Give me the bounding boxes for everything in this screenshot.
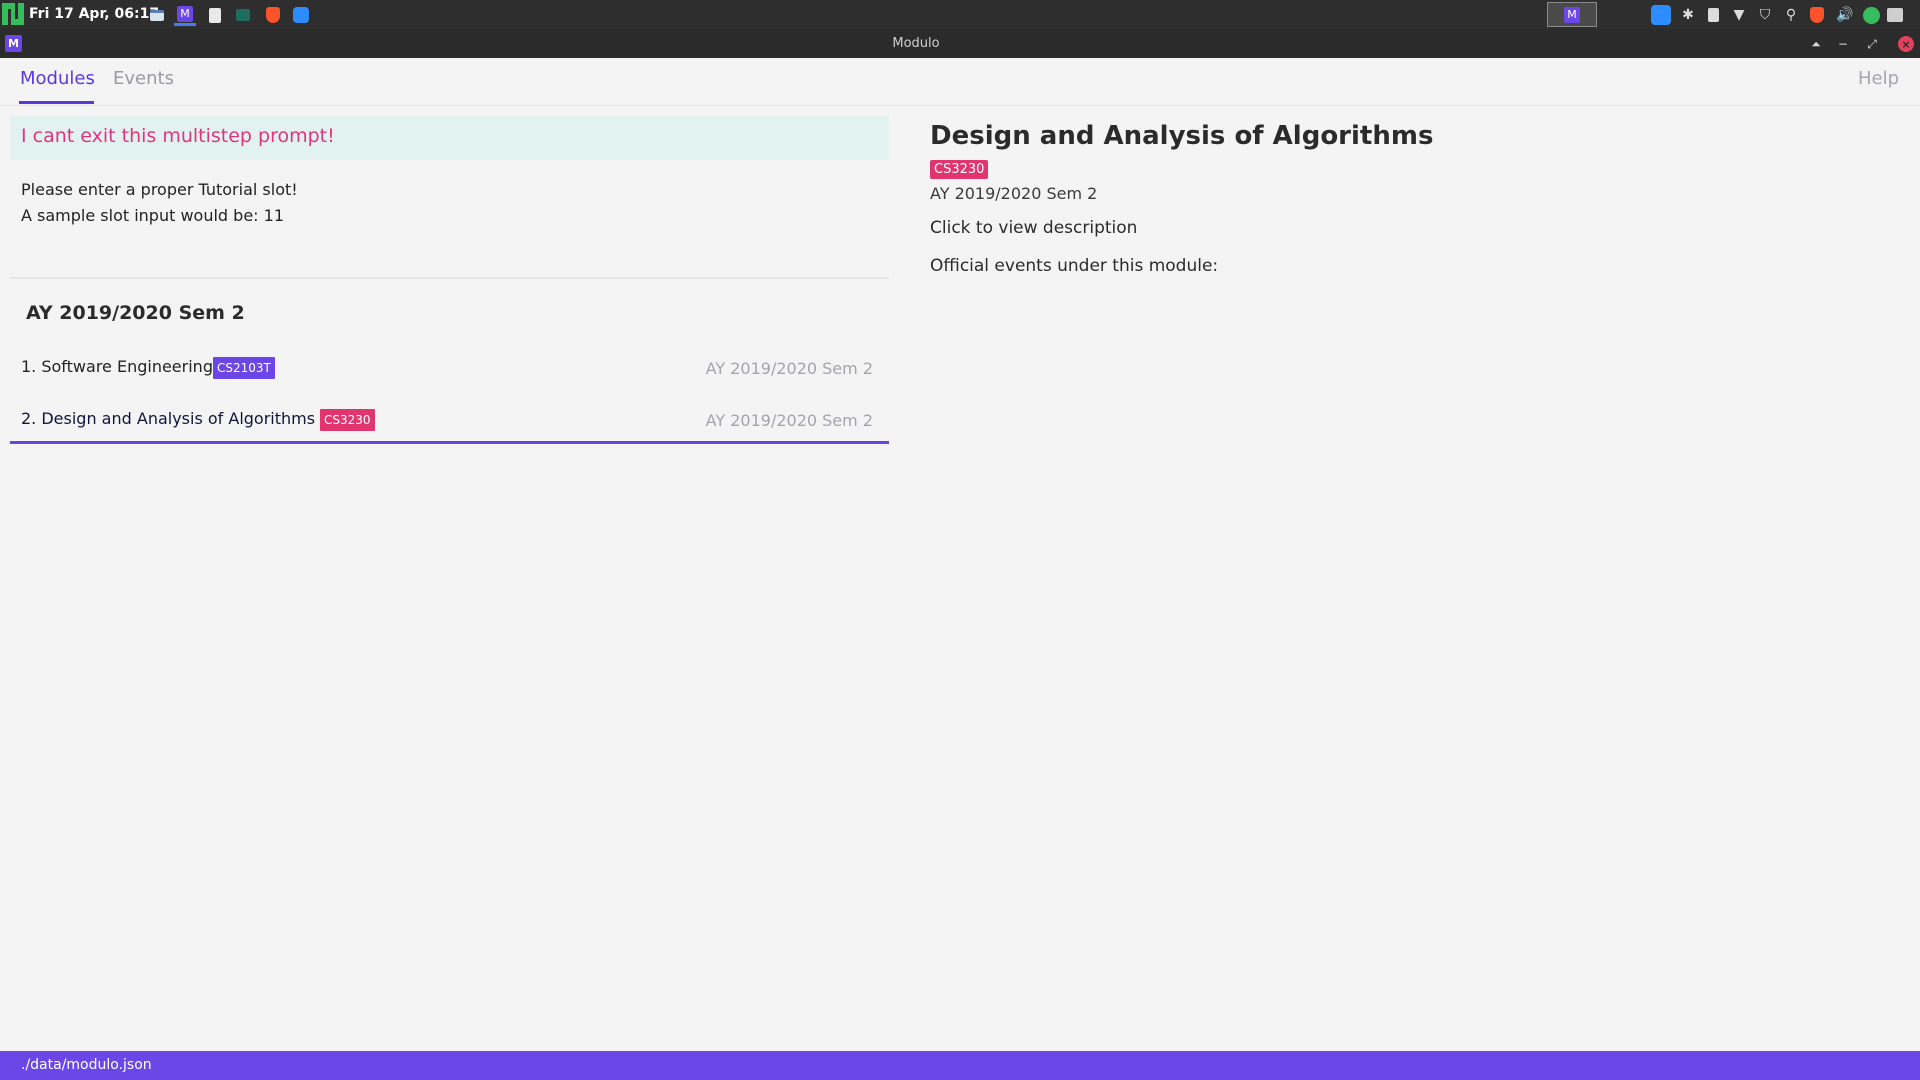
module-code-badge: CS3230 — [320, 409, 375, 431]
clock[interactable]: Fri 17 Apr, 06:17 — [29, 6, 159, 22]
module-detail-title: Design and Analysis of Algorithms — [930, 121, 1434, 151]
pager-label: M — [1564, 6, 1580, 23]
minimize-button[interactable]: − — [1833, 34, 1853, 54]
brave-tray-icon[interactable] — [1806, 4, 1828, 26]
feedback-line: A sample slot input would be: 11 — [21, 206, 284, 225]
notifications-icon[interactable] — [1884, 4, 1906, 26]
semester-heading: AY 2019/2020 Sem 2 — [26, 302, 245, 324]
alert-message: I cant exit this multistep prompt! — [21, 125, 335, 147]
official-events-heading: Official events under this module: — [930, 256, 1219, 276]
manjaro-logo-icon[interactable] — [2, 3, 24, 25]
module-name: 1. Software Engineering — [21, 357, 213, 376]
result-alert: I cant exit this multistep prompt! — [10, 116, 889, 160]
module-detail-semester: AY 2019/2020 Sem 2 — [930, 184, 1098, 203]
module-semester: AY 2019/2020 Sem 2 — [705, 411, 873, 430]
wifi-icon[interactable]: ▼ — [1728, 4, 1750, 26]
close-button[interactable]: × — [1898, 36, 1914, 52]
module-code-badge: CS2103T — [213, 357, 275, 379]
status-bar: ./data/modulo.json — [0, 1051, 1920, 1080]
file-manager-icon[interactable] — [146, 4, 168, 26]
terminal-icon[interactable] — [232, 4, 254, 26]
feedback-line: Please enter a proper Tutorial slot! — [21, 180, 298, 199]
update-icon[interactable] — [1860, 4, 1882, 26]
module-list-item-selected[interactable]: 2. Design and Analysis of Algorithms CS3… — [10, 396, 889, 444]
modulo-taskbar-icon[interactable]: M — [174, 4, 196, 26]
module-list-item[interactable]: 1. Software Engineering CS2103T AY 2019/… — [10, 344, 889, 392]
tab-events[interactable]: Events — [113, 68, 174, 89]
window-titlebar: M Modulo ⏶ − ⤢ × — [0, 29, 1920, 58]
maximize-button[interactable]: ⤢ — [1862, 34, 1882, 54]
document-viewer-icon[interactable] — [204, 4, 226, 26]
bluetooth-icon[interactable]: ✱ — [1677, 4, 1699, 26]
keep-above-button[interactable]: ⏶ — [1806, 34, 1826, 54]
view-description-link[interactable]: Click to view description — [930, 218, 1137, 238]
module-semester: AY 2019/2020 Sem 2 — [705, 359, 873, 378]
zoom-icon[interactable] — [290, 4, 312, 26]
divider — [10, 277, 889, 279]
system-taskbar: Fri 17 Apr, 06:17 M M ✱ ▼ ⛉ ⚲ 🔊 — [0, 0, 1920, 29]
brave-browser-icon[interactable] — [262, 4, 284, 26]
tab-modules[interactable]: Modules — [20, 68, 95, 89]
tab-bar: Modules Events Help — [0, 58, 1920, 106]
workspace-pager[interactable]: M — [1547, 2, 1597, 27]
clipboard-icon[interactable] — [1702, 4, 1724, 26]
zoom-tray-icon[interactable] — [1650, 4, 1672, 26]
security-icon[interactable]: ⛉ — [1754, 4, 1776, 26]
module-name: 2. Design and Analysis of Algorithms — [21, 409, 316, 428]
help-link[interactable]: Help — [1858, 68, 1899, 89]
feedback-text: Please enter a proper Tutorial slot! A s… — [21, 177, 298, 229]
window-title: Modulo — [892, 36, 940, 51]
link-icon[interactable]: ⚲ — [1780, 4, 1802, 26]
module-detail-code-badge: CS3230 — [930, 160, 989, 179]
data-file-path: ./data/modulo.json — [21, 1057, 152, 1073]
volume-icon[interactable]: 🔊 — [1834, 4, 1856, 26]
active-tab-indicator — [19, 101, 94, 104]
